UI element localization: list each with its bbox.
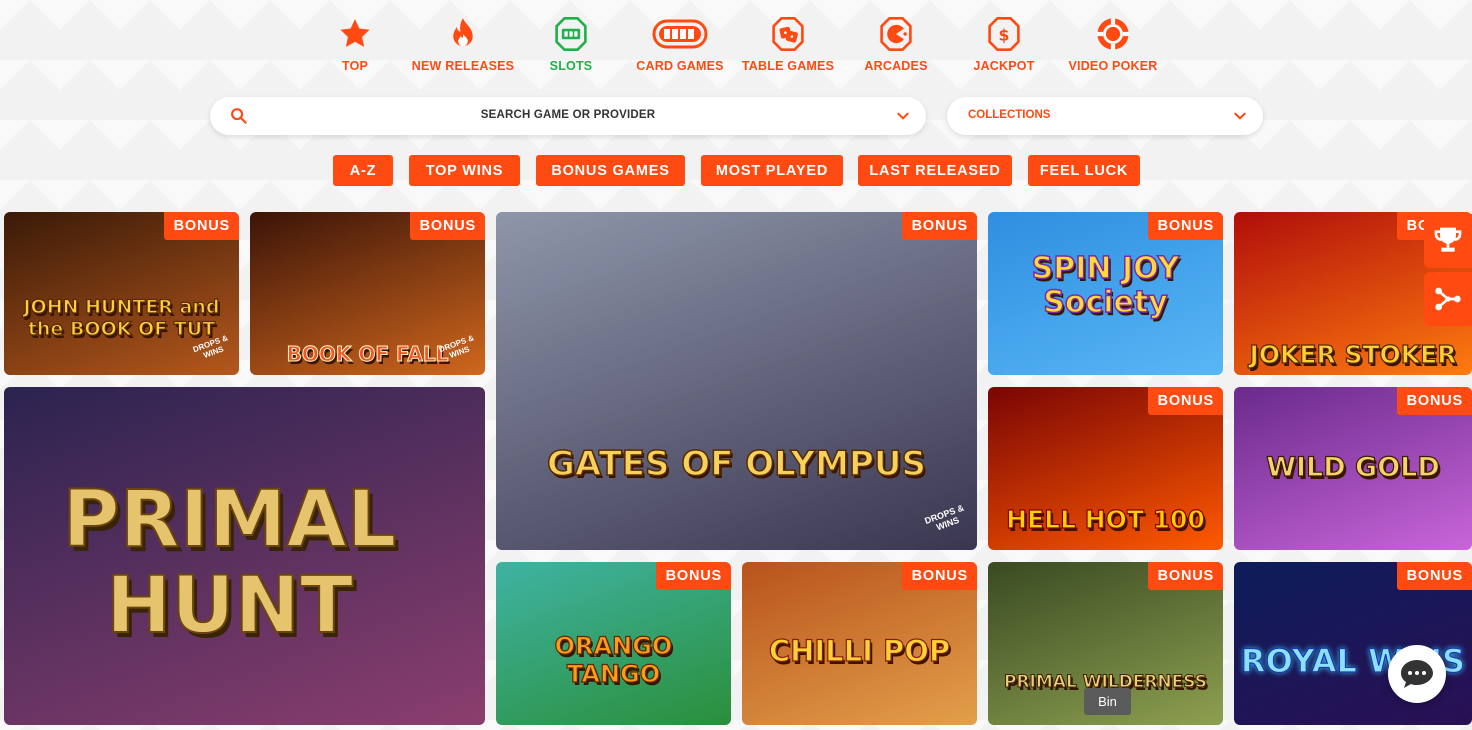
game-tile-john-hunter[interactable]: JOHN HUNTER and the BOOK OF TUT BONUS DR… (4, 212, 239, 375)
game-title: HELL HOT 100 (1006, 504, 1206, 534)
game-title: WILD GOLD (1266, 451, 1441, 483)
slot-machine-icon (555, 17, 587, 51)
nav-top-label: TOP (341, 59, 369, 73)
bonus-badge: BONUS (901, 562, 977, 590)
nav-new-releases[interactable]: NEW RELEASES (408, 14, 518, 73)
poker-chip-icon (1097, 18, 1129, 50)
filter-bonus-games[interactable]: BONUS GAMES (536, 155, 685, 186)
bonus-badge: BONUS (1147, 562, 1223, 590)
filter-last-released[interactable]: LAST RELEASED (858, 155, 1012, 186)
game-title: ORANGO TANGO (554, 631, 673, 688)
nav-table-games[interactable]: TABLE GAMES (733, 14, 843, 73)
bonus-badge: BONUS (655, 562, 731, 590)
nav-video-poker-label: VIDEO POKER (1068, 59, 1158, 73)
flame-icon (453, 18, 473, 47)
game-tile-book-of-fall[interactable]: BOOK OF FALL BONUS DROPS & WINS (250, 212, 485, 375)
pacman-icon (880, 17, 912, 51)
nav-top[interactable]: TOP (300, 14, 410, 73)
nav-jackpot-label: JACKPOT (973, 59, 1035, 73)
collections-dropdown[interactable]: COLLECTIONS (947, 97, 1263, 135)
game-tile-orango-tango[interactable]: ORANGO TANGO BONUS (496, 562, 731, 725)
search-placeholder: SEARCH GAME OR PROVIDER (480, 109, 656, 121)
game-tile-chilli-pop[interactable]: CHILLI POP BONUS (742, 562, 977, 725)
svg-text:$: $ (999, 26, 1010, 45)
chevron-down-icon[interactable] (896, 109, 910, 123)
nav-video-poker[interactable]: VIDEO POKER (1058, 14, 1168, 73)
collections-label: COLLECTIONS (968, 109, 1051, 121)
filter-feel-luck[interactable]: FEEL LUCK (1028, 155, 1140, 186)
star-icon (340, 19, 370, 47)
game-title: SPIN JOY Society (1031, 251, 1180, 321)
bonus-badge: BONUS (409, 212, 485, 240)
category-nav: TOP NEW RELEASES SLOTS CARD GAMES TABLE … (300, 14, 1170, 76)
tooltip: Bin (1084, 688, 1131, 715)
filter-top-wins[interactable]: TOP WINS (409, 155, 520, 186)
chat-button[interactable] (1388, 645, 1446, 703)
nav-arcades-label: ARCADES (864, 59, 928, 73)
chevron-down-icon (1234, 112, 1246, 120)
nav-arcades[interactable]: ARCADES (841, 14, 951, 73)
nav-table-games-label: TABLE GAMES (741, 59, 835, 73)
chat-bubble-icon (1401, 660, 1433, 688)
filter-most-played[interactable]: MOST PLAYED (701, 155, 843, 186)
search-input[interactable]: SEARCH GAME OR PROVIDER (210, 97, 926, 135)
bonus-badge: BONUS (1396, 387, 1472, 415)
share-icon (1435, 287, 1461, 311)
share-button[interactable] (1424, 272, 1472, 326)
game-tile-royal-wins[interactable]: ROYAL WINS BONUS (1234, 562, 1472, 725)
dollar-icon: $ (988, 17, 1020, 51)
trophy-icon (1434, 227, 1462, 252)
game-title: PRIMAL HUNT (62, 475, 398, 651)
game-tile-spin-joy[interactable]: SPIN JOY Society BONUS (988, 212, 1223, 375)
game-title: CHILLI POP (768, 633, 951, 668)
drops-wins-badge: DROPS & WINS (437, 333, 476, 361)
drops-wins-badge: DROPS & WINS (923, 502, 966, 533)
bonus-badge: BONUS (1147, 387, 1223, 415)
nav-slots-label: SLOTS (549, 59, 593, 73)
bonus-badge: BONUS (1147, 212, 1223, 240)
bonus-badge: BONUS (901, 212, 977, 240)
game-tile-wild-gold[interactable]: WILD GOLD BONUS (1234, 387, 1472, 550)
bonus-badge: BONUS (1396, 562, 1472, 590)
game-tile-gates-of-olympus[interactable]: GATES OF OLYMPUS BONUS DROPS & WINS (496, 212, 977, 550)
nav-card-games[interactable]: CARD GAMES (625, 14, 735, 73)
bonus-badge: BONUS (163, 212, 239, 240)
trophy-button[interactable] (1424, 214, 1472, 268)
nav-card-games-label: CARD GAMES (636, 59, 724, 73)
nav-new-releases-label: NEW RELEASES (411, 59, 515, 73)
game-title: GATES OF OLYMPUS (546, 443, 927, 485)
game-tile-hell-hot-100[interactable]: HELL HOT 100 BONUS (988, 387, 1223, 550)
game-tile-primal-hunt[interactable]: PRIMAL HUNT (4, 387, 485, 725)
nav-jackpot[interactable]: $ JACKPOT (949, 14, 1059, 73)
filter-a-z[interactable]: A-Z (333, 155, 393, 186)
game-title: JOKER STOKER (1249, 339, 1457, 369)
dice-icon (772, 17, 804, 51)
nav-slots[interactable]: SLOTS (516, 14, 626, 73)
cards-icon (652, 19, 708, 49)
